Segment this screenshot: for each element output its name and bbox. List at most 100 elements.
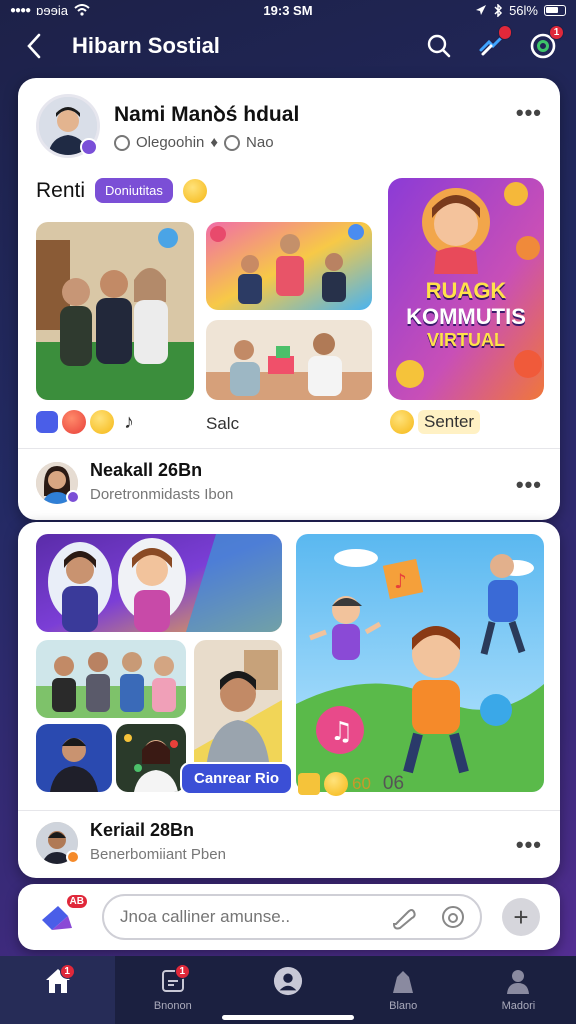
reactions-post2[interactable]: 60 06 (298, 772, 404, 796)
chip-button[interactable]: Canrear Rio (180, 762, 294, 795)
reactions-right[interactable]: Senter (390, 410, 481, 434)
banner-title: RUAGK KOMMUTIS VIRTUAL (388, 278, 544, 351)
laugh-reaction-icon (324, 772, 348, 796)
svg-text:♫: ♫ (330, 717, 353, 747)
reaction-num: 60 (352, 774, 371, 793)
caption-row: Renti Doniutitas (36, 178, 207, 203)
portrait-1-image (36, 724, 112, 792)
post-card: Canrear Rio ♪ ♫ 60 06 Keriail 28Bn Bener… (18, 522, 560, 878)
search-icon (427, 34, 451, 58)
divider (18, 810, 560, 811)
reactions-mid[interactable]: Salc (206, 414, 239, 434)
post-card: Nami Manꝺś hdual Olegoohin ♦ Nao ••• Ren… (18, 78, 560, 520)
app-bar: Hibarn Sostial 1 (0, 22, 576, 70)
nav-label: Bnonon (153, 1000, 192, 1012)
angry-reaction-icon (62, 410, 86, 434)
portrait-2-image (116, 724, 186, 792)
party-photo-image (206, 222, 372, 310)
add-button[interactable]: + (502, 898, 540, 936)
home-icon: 1 (43, 964, 75, 996)
fire-reaction-icon (298, 773, 320, 795)
nav-label: Madori (501, 1000, 536, 1012)
svg-text:♪: ♪ (394, 569, 407, 593)
photo-portrait-1[interactable] (36, 724, 112, 792)
wifi-icon (74, 4, 90, 16)
nav-label: Blano (389, 1000, 418, 1012)
wow-reaction-icon (90, 410, 114, 434)
banner-line3: VIRTUAL (427, 330, 505, 350)
toys-photo-image (206, 320, 372, 400)
attach-icon[interactable] (390, 904, 416, 930)
profile-badge: 1 (549, 25, 564, 40)
page-title: Hibarn Sostial (72, 33, 220, 58)
laugh-reaction-icon (390, 410, 414, 434)
photo-party[interactable] (206, 222, 372, 310)
photo-portrait-2[interactable] (116, 724, 186, 792)
profile-button[interactable]: 1 (524, 25, 564, 65)
carrier-label: ɒɘɘia (36, 2, 68, 18)
home-indicator (222, 1015, 354, 1020)
comment-preview[interactable]: Neakall 26Bn Doretronmidasts Ibon (36, 460, 233, 504)
commenter-name: Neakall 26Bn (90, 460, 203, 480)
comment-input[interactable] (102, 894, 482, 940)
commenter-badge (66, 490, 80, 504)
profile-icon (503, 966, 533, 996)
photo-cartoon-friends[interactable] (36, 534, 282, 632)
cartoon-friends-image (36, 534, 282, 632)
nav-home[interactable]: 1 (0, 956, 116, 1024)
reaction-mid-label: Salc (206, 414, 240, 433)
nav-profile[interactable]: Madori (461, 956, 576, 1024)
commenter-name: Keriail 28Bn (90, 820, 195, 840)
comment-more-button[interactable]: ••• (516, 472, 542, 498)
banner-line1: RUAGK (425, 278, 507, 303)
reactions-left[interactable]: ♪ (36, 410, 134, 434)
group-outdoor-image (36, 640, 186, 718)
home-badge: 1 (59, 964, 75, 979)
photo-toys[interactable] (206, 320, 372, 400)
nav-groups[interactable]: Blano (346, 956, 461, 1024)
post-meta-right: Nao (246, 134, 274, 151)
plus-icon: + (513, 901, 529, 932)
reaction-right-label: Senter (418, 410, 481, 434)
messages-badge: 1 (174, 964, 190, 979)
family-photo-image (36, 222, 194, 400)
photo-group-outdoor[interactable] (36, 640, 186, 718)
nav-messages[interactable]: 1 Bnonon (115, 956, 230, 1024)
status-bar: ●●●● ɒɘɘia 19:3 SM 56l% (0, 0, 576, 20)
group-icon (114, 134, 130, 151)
chevron-left-icon (27, 33, 41, 59)
status-time: 19:3 SM (263, 2, 313, 18)
commenter-sub: Benerbomiiant Pben (90, 846, 226, 863)
nav-community[interactable] (230, 956, 345, 1024)
battery-icon (544, 4, 566, 16)
groups-icon (388, 966, 418, 996)
status-right: 56l% (475, 3, 566, 18)
banner-line2: KOMMUTIS (406, 304, 526, 329)
share-button[interactable] (472, 25, 512, 65)
globe-icon (224, 134, 241, 151)
photo-music-cartoon[interactable]: ♪ ♫ (296, 534, 544, 792)
messages-icon: 1 (158, 964, 190, 996)
camera-icon[interactable] (440, 904, 466, 930)
bottom-nav: 1 1 Bnonon Blano Madori (0, 956, 576, 1024)
composer-badge: AB (65, 894, 88, 909)
more-options-button[interactable]: ••• (516, 100, 542, 126)
post-author[interactable]: Nami Manꝺś hdual (114, 100, 299, 128)
reaction-count: 06 (382, 773, 405, 794)
tag-pill[interactable]: Doniutitas (95, 178, 173, 203)
divider (18, 448, 560, 449)
post-caption: Renti (36, 178, 86, 202)
music-cartoon-image: ♪ ♫ (296, 534, 544, 792)
dot-separator-icon: ♦ (210, 134, 219, 151)
compose-button[interactable]: AB (38, 894, 88, 938)
search-button[interactable] (420, 27, 458, 65)
location-icon (476, 5, 487, 15)
community-banner[interactable]: RUAGK KOMMUTIS VIRTUAL (388, 178, 544, 400)
comment-preview[interactable]: Keriail 28Bn Benerbomiiant Pben (36, 820, 226, 864)
like-reaction-icon (36, 411, 58, 433)
comment-more-button[interactable]: ••• (516, 832, 542, 858)
bluetooth-icon (494, 3, 503, 17)
back-button[interactable] (14, 26, 54, 66)
commenter-sub: Doretronmidasts Ibon (90, 486, 234, 503)
photo-family[interactable] (36, 222, 194, 400)
